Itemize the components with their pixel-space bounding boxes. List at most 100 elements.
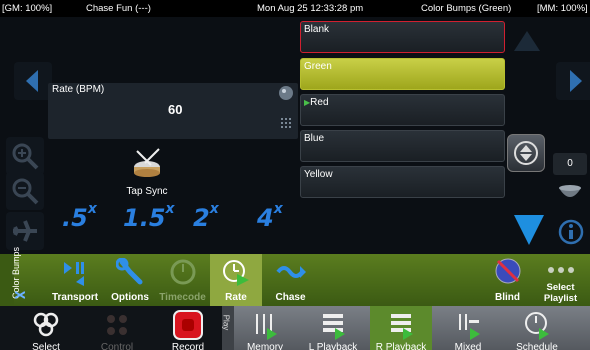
cue-red[interactable]: ▶Red: [300, 94, 505, 126]
multiplier-four-button[interactable]: 4x: [257, 201, 283, 232]
mixed-label: Mixed: [454, 342, 482, 350]
page-right-button[interactable]: [556, 62, 590, 100]
r-playback-button[interactable]: R Playback: [370, 306, 432, 350]
blind-button[interactable]: Blind: [485, 254, 530, 306]
blind-label: Blind: [495, 292, 520, 303]
multiplier-x: x: [209, 201, 219, 217]
multiplier-one-half-button[interactable]: 1.5x: [123, 201, 175, 232]
dock-left: Select Control Record: [0, 306, 222, 350]
timecode-icon: [170, 259, 195, 285]
keypad-icon[interactable]: [281, 118, 291, 128]
scroll-down-icon[interactable]: [511, 212, 547, 248]
info-icon[interactable]: [558, 219, 584, 245]
select-button[interactable]: Select: [20, 306, 72, 350]
multiplier-x: x: [273, 201, 283, 217]
record-label: Record: [171, 342, 205, 350]
cue-label: Blue: [304, 133, 325, 144]
cue-green[interactable]: Green: [300, 58, 505, 90]
drum-icon: [134, 148, 160, 177]
up-down-arrows-icon: [514, 141, 538, 165]
dock-right: Memory L Playback R Playback Mixed Sched…: [222, 306, 590, 350]
multiplier-value: .5: [62, 204, 88, 232]
wrench-icon: [115, 257, 143, 285]
mixed-button[interactable]: Mixed: [440, 306, 496, 350]
chevron-left-icon: [26, 70, 38, 92]
memory-label: Memory: [246, 342, 284, 350]
multiplier-value: 4: [257, 204, 274, 232]
rate-tab-button[interactable]: Rate: [210, 254, 262, 306]
tap-sync-label: Tap Sync: [126, 186, 168, 197]
record-button[interactable]: Record: [164, 306, 212, 350]
count-display: 0: [553, 153, 587, 175]
timecode-button[interactable]: Timecode: [155, 254, 210, 306]
rate-label: Rate (BPM): [52, 84, 105, 95]
play-tab[interactable]: Play: [221, 306, 234, 350]
rate-value: 60: [168, 102, 183, 117]
select-playlist-button[interactable]: Select Playlist: [533, 254, 588, 306]
flight-mode-button[interactable]: [6, 212, 44, 250]
options-label: Options: [111, 292, 149, 303]
tool-bar: Color Bumps Transport Options Timecode R…: [0, 247, 590, 306]
multiplier-x: x: [87, 201, 97, 217]
l-playback-label: L Playback: [308, 342, 358, 350]
master-level: [MM: 100%]: [537, 3, 588, 14]
memory-button[interactable]: Memory: [240, 306, 290, 350]
rate-tab-label: Rate: [225, 292, 247, 303]
multiplier-value: 2: [193, 204, 210, 232]
bowl-icon[interactable]: [557, 182, 583, 202]
main-screen: Rate (BPM) 60 Tap Sync .5x 1.5x 2x 4x Bl…: [0, 17, 590, 254]
cue-label: Blank: [304, 24, 330, 35]
timecode-label: Timecode: [159, 292, 206, 303]
memory-faders-icon: [256, 314, 277, 340]
transport-button[interactable]: Transport: [50, 254, 100, 306]
chase-button[interactable]: Chase: [268, 254, 313, 306]
airplane-icon: [13, 220, 37, 242]
chase-label: Chase: [275, 292, 306, 303]
select-rings-icon: [33, 312, 59, 337]
cue-yellow[interactable]: Yellow: [300, 166, 505, 198]
l-playback-icon: [323, 314, 345, 340]
schedule-label: Schedule: [516, 342, 558, 350]
more-dots-icon: [547, 267, 574, 273]
cue-blue[interactable]: Blue: [300, 130, 505, 162]
l-playback-button[interactable]: L Playback: [302, 306, 364, 350]
schedule-button[interactable]: Schedule: [507, 306, 567, 350]
record-icon: [173, 310, 203, 340]
zoom-in-icon: [12, 143, 39, 170]
multiplier-value: 1.5: [123, 204, 166, 232]
select-label: Select: [32, 342, 60, 350]
scroll-up-icon[interactable]: [512, 29, 542, 53]
mixed-icon: [459, 314, 480, 340]
multiplier-x: x: [165, 201, 175, 217]
multiplier-two-button[interactable]: 2x: [193, 201, 219, 232]
r-playback-label: R Playback: [375, 342, 427, 350]
shuffle-icon[interactable]: [15, 290, 25, 300]
playlist-side-label: Color Bumps: [0, 247, 21, 306]
bottom-dock: Select Control Record Memory L Playback …: [0, 306, 590, 350]
tap-sync-button[interactable]: Tap Sync: [112, 147, 182, 197]
zoom-in-button[interactable]: [6, 137, 44, 175]
zoom-out-icon: [12, 178, 39, 205]
cue-label: Red: [310, 97, 329, 108]
play-tab-label: Play: [221, 314, 231, 331]
chevron-right-icon: [570, 70, 582, 92]
transport-icon: [64, 262, 84, 286]
current-cue-status: Color Bumps (Green): [421, 3, 512, 14]
cue-label: Green: [304, 61, 332, 72]
schedule-clock-icon: [525, 312, 549, 340]
rate-panel[interactable]: Rate (BPM) 60: [48, 83, 298, 139]
scroll-knob[interactable]: [507, 134, 545, 172]
blind-icon: [495, 258, 520, 284]
globe-icon[interactable]: [278, 85, 294, 101]
page-left-button[interactable]: [14, 62, 52, 100]
clock: Mon Aug 25 12:33:28 pm: [257, 3, 364, 14]
options-button[interactable]: Options: [105, 254, 155, 306]
cue-blank[interactable]: Blank: [300, 21, 505, 53]
status-bar: [GM: 100%] Chase Fun (---) Mon Aug 25 12…: [0, 0, 590, 17]
multiplier-half-button[interactable]: .5x: [62, 201, 97, 232]
zoom-out-button[interactable]: [6, 172, 44, 210]
control-button[interactable]: Control: [92, 306, 142, 350]
control-label: Control: [100, 342, 134, 350]
chase-name: Chase Fun (---): [86, 3, 151, 14]
control-dots-icon: [107, 315, 127, 335]
